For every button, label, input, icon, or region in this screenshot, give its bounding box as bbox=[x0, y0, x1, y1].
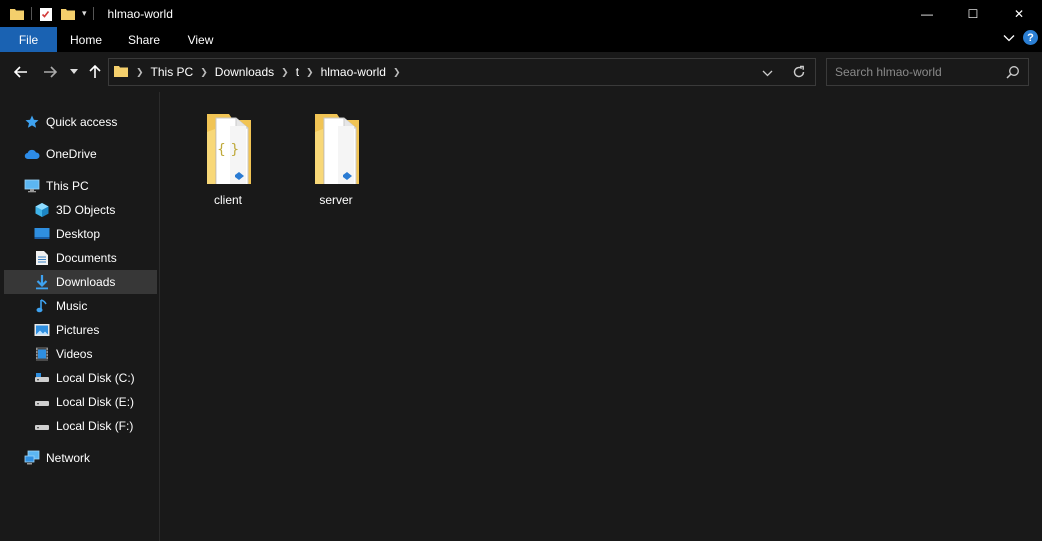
sidebar-item-pictures[interactable]: Pictures bbox=[4, 318, 157, 342]
breadcrumb-t[interactable]: t bbox=[296, 65, 299, 79]
sidebar-item-label: Local Disk (F:) bbox=[56, 419, 134, 433]
minimize-button[interactable]: — bbox=[904, 0, 950, 27]
tab-home[interactable]: Home bbox=[57, 27, 115, 52]
recent-locations-button[interactable] bbox=[64, 62, 84, 82]
search-input[interactable]: Search hlmao-world bbox=[835, 65, 942, 79]
breadcrumb-this-pc[interactable]: This PC bbox=[151, 65, 194, 79]
sidebar-item-this-pc[interactable]: This PC bbox=[4, 174, 157, 198]
disk-icon bbox=[34, 370, 50, 386]
customize-toolbar-icon[interactable]: ▾ bbox=[82, 8, 87, 19]
sidebar-item-label: This PC bbox=[46, 179, 89, 193]
address-bar[interactable]: ❯ This PC ❯ Downloads ❯ t ❯ hlmao-world … bbox=[108, 58, 816, 86]
sidebar-item-label: Network bbox=[46, 451, 91, 465]
computer-icon bbox=[24, 178, 40, 194]
close-button[interactable]: ✕ bbox=[996, 0, 1042, 27]
sidebar-item-label: Downloads bbox=[56, 275, 116, 289]
window-title: hlmao-world bbox=[107, 6, 173, 21]
address-history-button[interactable] bbox=[762, 66, 773, 80]
file-list: { } client server bbox=[161, 92, 1042, 541]
forward-button[interactable] bbox=[40, 62, 60, 82]
tab-file[interactable]: File bbox=[0, 27, 57, 52]
chevron-right-icon[interactable]: ❯ bbox=[306, 67, 314, 78]
refresh-icon[interactable] bbox=[792, 65, 806, 82]
disk-icon bbox=[34, 394, 50, 410]
chevron-right-icon[interactable]: ❯ bbox=[200, 67, 208, 78]
quick-access-toolbar: ▾ bbox=[0, 0, 100, 27]
folder-icon[interactable] bbox=[9, 6, 25, 22]
properties-icon[interactable] bbox=[38, 6, 54, 22]
picture-icon bbox=[34, 322, 50, 338]
sidebar-item-videos[interactable]: Videos bbox=[4, 342, 157, 366]
sidebar-item-label: 3D Objects bbox=[56, 203, 116, 217]
sidebar-item-label: Music bbox=[56, 299, 88, 313]
sidebar-item-label: OneDrive bbox=[46, 147, 97, 161]
breadcrumb-hlmao-world[interactable]: hlmao-world bbox=[321, 65, 386, 79]
back-button[interactable] bbox=[11, 62, 31, 82]
sidebar-item-label: Desktop bbox=[56, 227, 101, 241]
sidebar-item-music[interactable]: Music bbox=[4, 294, 157, 318]
tab-view[interactable]: View bbox=[173, 27, 228, 52]
sidebar-item-label: Documents bbox=[56, 251, 117, 265]
sidebar-item-label: Quick access bbox=[46, 115, 118, 129]
chevron-right-icon[interactable]: ❯ bbox=[393, 67, 401, 78]
desktop-icon bbox=[34, 226, 50, 242]
sidebar-item-label: Videos bbox=[56, 347, 93, 361]
sidebar-item-label: Local Disk (C:) bbox=[56, 371, 135, 385]
video-icon bbox=[34, 346, 50, 362]
network-icon bbox=[24, 450, 40, 466]
cloud-icon bbox=[24, 146, 40, 162]
search-icon[interactable] bbox=[1006, 65, 1020, 82]
navigation-pane: Quick access OneDrive This PC 3D Objects… bbox=[0, 92, 160, 541]
sidebar-item-label: Local Disk (E:) bbox=[56, 395, 135, 409]
up-button[interactable] bbox=[85, 62, 105, 82]
file-name: server bbox=[319, 193, 353, 207]
breadcrumb: ❯ This PC ❯ Downloads ❯ t ❯ hlmao-world … bbox=[109, 59, 408, 85]
sidebar-item-documents[interactable]: Documents bbox=[4, 246, 157, 270]
sidebar-item-network[interactable]: Network bbox=[4, 446, 157, 470]
disk-icon bbox=[34, 418, 50, 434]
svg-text:{ }: { } bbox=[217, 142, 239, 158]
cube-icon bbox=[34, 202, 50, 218]
maximize-button[interactable]: ☐ bbox=[950, 0, 996, 27]
sidebar-item-local-disk-e[interactable]: Local Disk (E:) bbox=[4, 390, 157, 414]
folder-item-client[interactable]: { } client bbox=[178, 92, 278, 207]
chevron-right-icon[interactable]: ❯ bbox=[281, 67, 289, 78]
search-box[interactable]: Search hlmao-world bbox=[826, 58, 1029, 86]
folder-item-server[interactable]: server bbox=[286, 92, 386, 207]
sidebar-item-downloads[interactable]: Downloads bbox=[4, 270, 157, 294]
sidebar-item-quick-access[interactable]: Quick access bbox=[4, 110, 157, 134]
expand-ribbon-icon[interactable] bbox=[1003, 31, 1015, 45]
chevron-right-icon[interactable]: ❯ bbox=[136, 67, 144, 78]
toolbar-divider bbox=[31, 7, 32, 20]
folder-icon bbox=[113, 63, 129, 82]
sidebar-item-local-disk-f[interactable]: Local Disk (F:) bbox=[4, 414, 157, 438]
sidebar-item-local-disk-c[interactable]: Local Disk (C:) bbox=[4, 366, 157, 390]
tab-share[interactable]: Share bbox=[115, 27, 173, 52]
title-bar: ▾ hlmao-world — ☐ ✕ bbox=[0, 0, 1042, 27]
folder-icon bbox=[298, 104, 374, 191]
breadcrumb-downloads[interactable]: Downloads bbox=[215, 65, 274, 79]
star-icon bbox=[24, 114, 40, 130]
file-name: client bbox=[213, 193, 242, 207]
document-icon bbox=[34, 250, 50, 266]
sidebar-item-onedrive[interactable]: OneDrive bbox=[4, 142, 157, 166]
music-icon bbox=[34, 298, 50, 314]
new-folder-icon[interactable] bbox=[60, 6, 76, 22]
sidebar-item-label: Pictures bbox=[56, 323, 100, 337]
sidebar-item-3d-objects[interactable]: 3D Objects bbox=[4, 198, 157, 222]
download-icon bbox=[34, 274, 50, 290]
toolbar-divider bbox=[92, 7, 94, 20]
folder-icon: { } bbox=[190, 104, 266, 191]
ribbon-tabs: File Home Share View ? bbox=[0, 27, 1042, 52]
help-button[interactable]: ? bbox=[1023, 30, 1038, 45]
sidebar-item-desktop[interactable]: Desktop bbox=[4, 222, 157, 246]
